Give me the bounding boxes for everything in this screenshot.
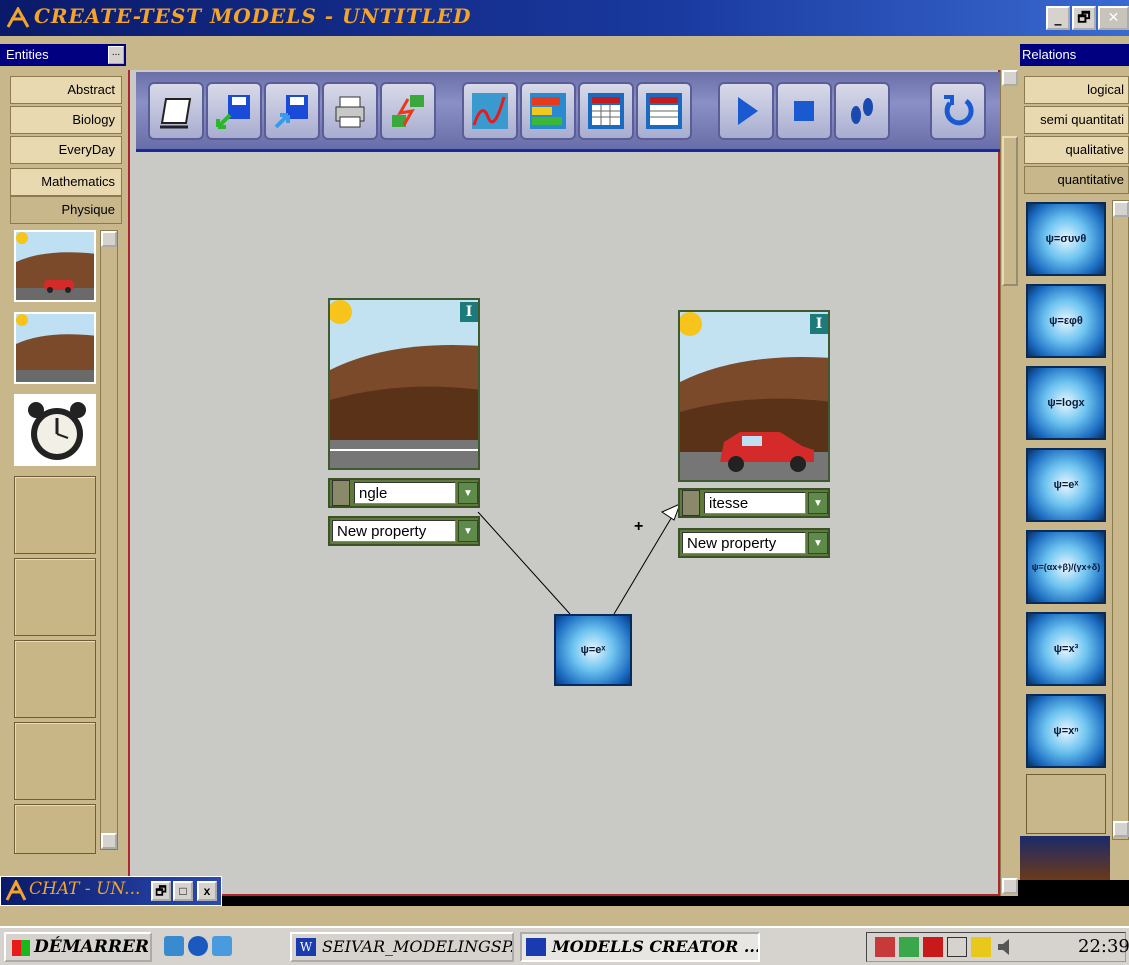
frame-strip [0, 906, 1129, 926]
task-word-document[interactable]: W SEIVAR_MODELINGSP... [290, 932, 514, 962]
word-icon: W [296, 938, 316, 956]
new-property-row: New property ▼ [328, 516, 480, 546]
task-label: SEIVAR_MODELINGSP... [322, 937, 514, 956]
scroll-thumb[interactable] [1002, 136, 1018, 286]
speaker-icon[interactable] [995, 937, 1015, 957]
relation-tab-quantitative[interactable]: quantitative [1024, 166, 1129, 194]
clock: 22:39 [1078, 936, 1129, 957]
windows-logo-icon [12, 939, 30, 956]
relation-tab-semi-quantitative[interactable]: semi quantitati [1024, 106, 1129, 134]
tray-device-icon[interactable] [947, 937, 967, 957]
tray-network-icon[interactable] [899, 937, 919, 957]
new-property-select[interactable]: New property [332, 520, 456, 542]
relation-tab-logical[interactable]: logical [1024, 76, 1129, 104]
relations-header: Relations [1020, 44, 1129, 66]
scroll-down-button[interactable] [1113, 821, 1129, 837]
maximize-button[interactable]: □ [173, 881, 193, 901]
relations-scrollbar[interactable] [1112, 200, 1129, 840]
tray-language-icon[interactable] [923, 937, 943, 957]
dropdown-arrow-icon[interactable]: ▼ [458, 482, 478, 504]
entity-card-road[interactable]: I [328, 298, 480, 470]
tray-app-icon[interactable] [875, 937, 895, 957]
task-label: MODELLS CREATOR ... [552, 937, 760, 956]
channels-icon[interactable] [212, 936, 232, 956]
relation-cos[interactable]: ψ=συνθ [1026, 202, 1106, 276]
property-select[interactable]: itesse [704, 492, 806, 514]
relations-panel: Relations logical semi quantitati qualit… [1020, 44, 1129, 880]
chat-window-title: CHAT - UN... [29, 879, 141, 899]
relation-exp[interactable]: ψ=eˣ [1026, 448, 1106, 522]
dropdown-arrow-icon[interactable]: ▼ [458, 520, 478, 542]
browser-icon[interactable] [188, 936, 208, 956]
library-thumbnail [1020, 836, 1110, 880]
dropdown-arrow-icon[interactable]: ▼ [808, 492, 828, 514]
connection-lines [477, 503, 681, 615]
property-row: ngle ▼ [328, 478, 480, 508]
app-logo-icon [5, 878, 27, 902]
relation-tab-qualitative[interactable]: qualitative [1024, 136, 1129, 164]
scroll-down-button[interactable] [1002, 878, 1018, 894]
lock-icon[interactable] [332, 480, 350, 506]
canvas-scrollbar[interactable] [1000, 70, 1018, 896]
relation-slot[interactable] [1026, 774, 1106, 834]
relation-power[interactable]: ψ=xⁿ [1026, 694, 1106, 768]
property-row: itesse ▼ [678, 488, 830, 518]
dropdown-arrow-icon[interactable]: ▼ [808, 532, 828, 554]
road-scene-icon [330, 300, 478, 468]
taskbar: DÉMARRER W SEIVAR_MODELINGSP... MODELLS C… [0, 926, 1129, 965]
plus-sign: + [634, 518, 644, 535]
relation-log[interactable]: ψ=logx [1026, 366, 1106, 440]
close-button[interactable]: x [197, 881, 217, 901]
info-badge[interactable]: I [810, 314, 828, 334]
show-desktop-icon[interactable] [164, 936, 184, 956]
start-label: DÉMARRER [34, 937, 150, 957]
minimized-chat-window[interactable]: CHAT - UN... 🗗 □ x [0, 876, 222, 906]
tray-usb-icon[interactable] [971, 937, 991, 957]
scroll-up-button[interactable] [1113, 201, 1129, 217]
lock-icon[interactable] [682, 490, 700, 516]
relation-node-exp[interactable]: ψ=eˣ [554, 614, 632, 686]
relation-homographic[interactable]: ψ=(αx+β)/(γx+δ) [1026, 530, 1106, 604]
property-select[interactable]: ngle [354, 482, 456, 504]
relation-cube[interactable]: ψ=x³ [1026, 612, 1106, 686]
info-badge[interactable]: I [460, 302, 478, 322]
entity-card-car[interactable]: I [678, 310, 830, 482]
relation-tan[interactable]: ψ=εφθ [1026, 284, 1106, 358]
task-models-creator[interactable]: MODELLS CREATOR ... [520, 932, 760, 962]
scroll-up-button[interactable] [1002, 70, 1018, 86]
new-property-row: New property ▼ [678, 528, 830, 558]
new-property-select[interactable]: New property [682, 532, 806, 554]
start-button[interactable]: DÉMARRER [4, 932, 152, 962]
car-road-scene-icon [680, 312, 828, 480]
restore-button[interactable]: 🗗 [151, 881, 171, 901]
app-logo-icon [526, 938, 546, 956]
